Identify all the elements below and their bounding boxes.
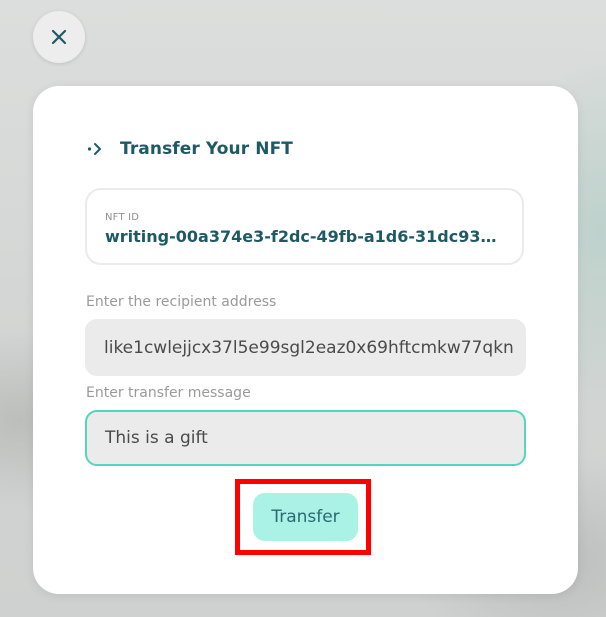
close-button[interactable] — [33, 11, 85, 63]
transfer-arrow-icon — [87, 141, 105, 157]
nft-id-value: writing-00a374e3-f2dc-49fb-a1d6-31dc9357… — [105, 227, 504, 246]
close-icon — [51, 29, 67, 45]
recipient-address-input[interactable]: like1cwlejjcx37l5e99sgl2eaz0x69hftcmkw77… — [85, 319, 526, 376]
recipient-address-value: like1cwlejjcx37l5e99sgl2eaz0x69hftcmkw77… — [104, 337, 514, 358]
transfer-button[interactable]: Transfer — [253, 493, 358, 541]
transfer-message-label: Enter transfer message — [86, 385, 251, 401]
transfer-message-input[interactable]: This is a gift — [85, 410, 526, 466]
dialog-header: Transfer Your NFT — [87, 139, 293, 159]
nft-id-field: NFT ID writing-00a374e3-f2dc-49fb-a1d6-3… — [85, 188, 524, 265]
dialog-title: Transfer Your NFT — [120, 139, 294, 159]
transfer-message-value: This is a gift — [105, 428, 208, 448]
nft-id-label: NFT ID — [105, 212, 140, 223]
transfer-dialog: Transfer Your NFT NFT ID writing-00a374e… — [33, 86, 578, 594]
recipient-address-label: Enter the recipient address — [86, 294, 277, 310]
